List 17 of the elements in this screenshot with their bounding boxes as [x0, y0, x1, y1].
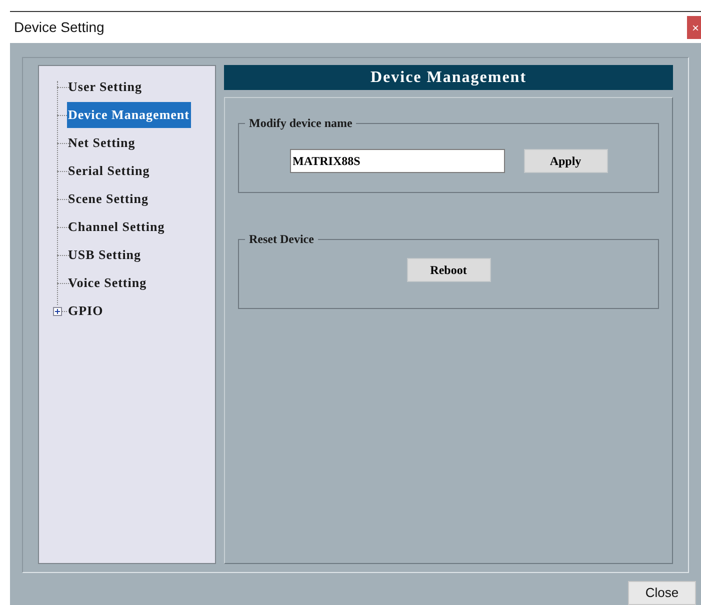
close-button[interactable]: ×: [687, 16, 701, 39]
tree-item[interactable]: Serial Setting: [67, 158, 151, 184]
tree-item[interactable]: Scene Setting: [67, 186, 150, 212]
tree-item[interactable]: Device Management: [67, 102, 190, 128]
tree-item[interactable]: USB Setting: [67, 242, 142, 268]
plus-box-icon[interactable]: [53, 306, 62, 316]
tree-item[interactable]: Net Setting: [67, 130, 136, 156]
tree-item[interactable]: Voice Setting: [67, 270, 148, 296]
device-name-field[interactable]: MATRIX88S: [290, 149, 504, 173]
panel-header: Device Management: [224, 65, 673, 90]
apply-button[interactable]: Apply: [524, 149, 608, 173]
tree-item[interactable]: User Setting: [67, 74, 144, 100]
tree-item[interactable]: GPIO: [67, 298, 104, 324]
window-title: Device Setting: [13, 18, 104, 37]
close-dialog-button[interactable]: Close: [628, 581, 696, 605]
tree-item[interactable]: Channel Setting: [67, 214, 166, 240]
reboot-button[interactable]: Reboot: [406, 258, 490, 282]
